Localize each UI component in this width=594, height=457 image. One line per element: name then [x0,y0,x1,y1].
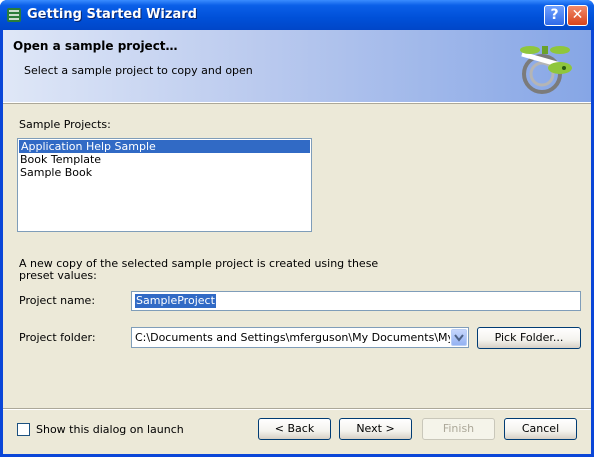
help-button[interactable]: ? [544,5,565,26]
info-text: A new copy of the selected sample projec… [19,257,379,282]
close-button[interactable]: ✕ [567,5,588,26]
dialog-body: Open a sample project… Select a sample p… [3,30,591,454]
window-title: Getting Started Wizard [27,7,197,22]
app-icon [7,8,21,22]
sample-projects-list[interactable]: Application Help Sample Book Template Sa… [17,138,312,232]
wizard-window: Getting Started Wizard ? ✕ Open a sample… [0,0,594,457]
page-subtitle: Select a sample project to copy and open [24,64,253,77]
next-button[interactable]: Next > [339,418,412,440]
pick-folder-button[interactable]: Pick Folder... [477,327,581,349]
project-name-value: SampleProject [135,294,216,308]
cancel-button[interactable]: Cancel [504,418,577,440]
show-on-launch-label: Show this dialog on launch [36,423,184,436]
list-item[interactable]: Sample Book [18,166,311,179]
footer-separator [3,408,591,410]
chevron-down-icon[interactable] [451,329,467,346]
sample-projects-label: Sample Projects: [19,118,111,131]
list-item[interactable]: Book Template [18,153,311,166]
wizard-header: Open a sample project… Select a sample p… [3,30,591,103]
finish-button[interactable]: Finish [422,418,495,440]
project-folder-label: Project folder: [19,331,96,344]
back-button[interactable]: < Back [258,418,331,440]
project-name-field[interactable]: SampleProject [131,291,581,311]
list-item[interactable]: Application Help Sample [19,140,310,153]
header-separator [3,103,591,104]
project-folder-value: C:\Documents and Settings\mferguson\My D… [135,331,450,344]
project-folder-combo[interactable]: C:\Documents and Settings\mferguson\My D… [131,327,469,348]
title-bar[interactable]: Getting Started Wizard ? ✕ [0,0,594,30]
project-name-label: Project name: [19,294,96,307]
show-on-launch-checkbox[interactable] [17,423,30,436]
page-title: Open a sample project… [13,39,178,53]
propeller-logo-icon [520,46,572,94]
